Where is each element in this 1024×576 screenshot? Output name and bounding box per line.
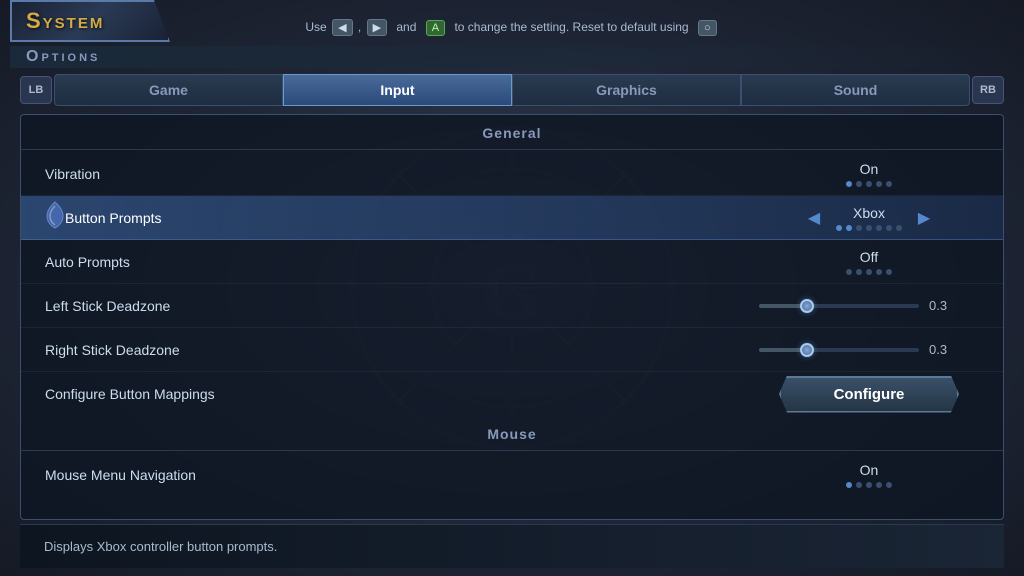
header-hint: Use ◀ , ▶ and A to change the setting. R… — [305, 15, 718, 36]
bp-dot-5 — [876, 225, 882, 231]
mouse-menu-navigation-label: Mouse Menu Navigation — [45, 467, 759, 483]
left-stick-slider-value: 0.3 — [929, 298, 953, 313]
configure-button-mappings-label: Configure Button Mappings — [45, 386, 759, 402]
mouse-nav-value-area: On — [759, 462, 979, 488]
mouse-section-header: Mouse — [21, 416, 1003, 451]
hint-text-middle: and — [396, 20, 416, 34]
tab-game-label: Game — [149, 82, 188, 98]
dot-2 — [856, 181, 862, 187]
dot-5 — [886, 181, 892, 187]
vibration-value-group: On — [846, 161, 892, 187]
auto-prompts-value-area: Off — [759, 249, 979, 275]
configure-button[interactable]: Configure — [779, 376, 959, 413]
left-stick-slider-container: 0.3 — [759, 298, 979, 313]
bp-dot-1 — [836, 225, 842, 231]
right-stick-slider-container: 0.3 — [759, 342, 979, 357]
dot-3 — [866, 181, 872, 187]
right-stick-deadzone-label: Right Stick Deadzone — [45, 342, 759, 358]
tab-sound[interactable]: Sound — [741, 74, 970, 106]
tab-group: Game Input Graphics Sound — [54, 74, 970, 106]
right-stick-deadzone-row: Right Stick Deadzone 0.3 — [21, 328, 1003, 372]
vibration-dots — [846, 181, 892, 187]
button-prompts-label: Button Prompts — [65, 210, 759, 226]
bp-dot-7 — [896, 225, 902, 231]
description-text: Displays Xbox controller button prompts. — [44, 539, 277, 554]
general-section-header: General — [21, 115, 1003, 150]
hint-btn-a: A — [426, 20, 445, 36]
content-area: General Vibration On — [20, 114, 1004, 520]
vibration-label: Vibration — [45, 166, 759, 182]
right-stick-slider-track[interactable] — [759, 348, 919, 352]
shoulder-right-btn[interactable]: RB — [972, 76, 1004, 104]
hint-text-after: to change the setting. Reset to default … — [454, 20, 688, 34]
mouse-nav-value: On — [849, 462, 889, 478]
mn-dot-1 — [846, 482, 852, 488]
main-container: System Use ◀ , ▶ and A to change the set… — [0, 0, 1024, 576]
header: System Use ◀ , ▶ and A to change the set… — [0, 0, 1024, 50]
configure-btn-area: Configure — [759, 376, 979, 413]
ap-dot-1 — [846, 269, 852, 275]
system-title-box: System — [10, 0, 170, 42]
left-stick-deadzone-row: Left Stick Deadzone 0.3 — [21, 284, 1003, 328]
tab-game[interactable]: Game — [54, 74, 283, 106]
mn-dot-3 — [866, 482, 872, 488]
bp-dot-2 — [846, 225, 852, 231]
shoulder-left-btn[interactable]: LB — [20, 76, 52, 104]
hint-text-before: Use — [305, 20, 326, 34]
system-title-text: System — [26, 8, 104, 33]
mouse-nav-dots — [846, 482, 892, 488]
auto-prompts-value: Off — [849, 249, 889, 265]
row-ornament-icon — [43, 200, 67, 236]
mn-dot-4 — [876, 482, 882, 488]
right-stick-slider-value: 0.3 — [929, 342, 953, 357]
button-prompts-value-group: Xbox — [836, 205, 902, 231]
tab-bar: LB Game Input Graphics Sound RB — [0, 70, 1024, 110]
tab-input[interactable]: Input — [283, 74, 512, 106]
button-prompts-left-arrow[interactable]: ◀ — [804, 208, 824, 228]
dot-4 — [876, 181, 882, 187]
vibration-value: On — [849, 161, 889, 177]
auto-prompts-row: Auto Prompts Off — [21, 240, 1003, 284]
button-prompts-value: Xbox — [849, 205, 889, 221]
ap-dot-4 — [876, 269, 882, 275]
dot-1 — [846, 181, 852, 187]
tab-sound-label: Sound — [834, 82, 878, 98]
auto-prompts-dots — [846, 269, 892, 275]
bp-dot-4 — [866, 225, 872, 231]
button-prompts-row: Button Prompts ◀ Xbox — [21, 196, 1003, 240]
left-stick-slider-track[interactable] — [759, 304, 919, 308]
hint-comma: , — [358, 20, 361, 34]
ap-dot-2 — [856, 269, 862, 275]
mouse-nav-value-group: On — [846, 462, 892, 488]
hint-btn-left: ◀ — [332, 19, 352, 36]
bp-dot-3 — [856, 225, 862, 231]
hint-btn-right: ▶ — [367, 19, 387, 36]
mn-dot-2 — [856, 482, 862, 488]
right-stick-slider-thumb — [800, 343, 814, 357]
auto-prompts-value-group: Off — [846, 249, 892, 275]
description-bar: Displays Xbox controller button prompts. — [20, 524, 1004, 568]
ap-dot-3 — [866, 269, 872, 275]
vibration-value-area: On — [759, 161, 979, 187]
hint-btn-reset: ○ — [698, 20, 717, 36]
button-prompts-dots — [836, 225, 902, 231]
configure-button-mappings-row: Configure Button Mappings Configure — [21, 372, 1003, 416]
mn-dot-5 — [886, 482, 892, 488]
mouse-menu-navigation-row: Mouse Menu Navigation On — [21, 453, 1003, 497]
left-stick-slider-thumb — [800, 299, 814, 313]
tab-input-label: Input — [380, 82, 414, 98]
content-inner: General Vibration On — [21, 115, 1003, 519]
tab-graphics[interactable]: Graphics — [512, 74, 741, 106]
ap-dot-5 — [886, 269, 892, 275]
vibration-row: Vibration On — [21, 152, 1003, 196]
auto-prompts-label: Auto Prompts — [45, 254, 759, 270]
bp-dot-6 — [886, 225, 892, 231]
button-prompts-value-area: ◀ Xbox ▶ — [759, 205, 979, 231]
tab-graphics-label: Graphics — [596, 82, 657, 98]
button-prompts-right-arrow[interactable]: ▶ — [914, 208, 934, 228]
left-stick-deadzone-label: Left Stick Deadzone — [45, 298, 759, 314]
